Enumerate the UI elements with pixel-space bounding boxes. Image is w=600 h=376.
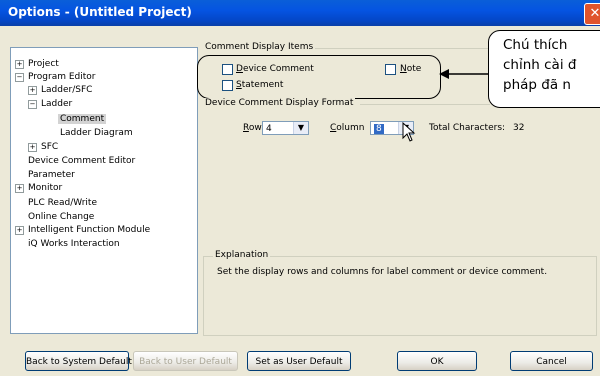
tree-item-sfc[interactable]: + SFC: [28, 142, 58, 153]
tree-item-comment[interactable]: Comment: [58, 114, 107, 125]
tree-item-label: Project: [28, 59, 59, 69]
tree-item-label: Parameter: [28, 170, 75, 180]
cancel-button[interactable]: Cancel: [510, 351, 593, 371]
tree-item-iq-works-interaction[interactable]: iQ Works Interaction: [28, 239, 120, 250]
comment-items-group-label: Comment Display Items: [203, 42, 316, 52]
tree-item-label: Program Editor: [28, 72, 96, 82]
column-label-text: olumn: [336, 123, 365, 133]
chevron-down-icon[interactable]: ▼: [293, 122, 308, 134]
set-as-user-default-button[interactable]: Set as User Default: [247, 351, 351, 371]
tree-item-label: Online Change: [28, 212, 95, 222]
tree-item-parameter[interactable]: Parameter: [28, 170, 75, 181]
tree-item-monitor[interactable]: + Monitor: [15, 183, 62, 194]
callout-annotation: Chú thích chỉnh cài đ pháp đã n: [488, 30, 600, 108]
callout-arrow-icon: [439, 69, 489, 79]
tree-item-label: PLC Read/Write: [28, 198, 97, 208]
expand-icon[interactable]: +: [28, 143, 37, 152]
tree-item-label: Ladder/SFC: [41, 85, 93, 95]
tree-item-online-change[interactable]: Online Change: [28, 212, 94, 223]
mouse-pointer-icon: [402, 122, 416, 142]
format-group-divider: [360, 104, 490, 105]
row-label: Row: [243, 123, 262, 133]
total-characters-value: 32: [513, 123, 525, 133]
tree-item-label: Device Comment Editor: [28, 156, 136, 166]
row-value: 4: [266, 124, 272, 134]
tree-item-ladder-sfc[interactable]: + Ladder/SFC: [28, 85, 92, 96]
row-select[interactable]: 4 ▼: [262, 121, 309, 135]
expand-icon[interactable]: +: [28, 86, 37, 95]
expand-icon[interactable]: +: [15, 60, 24, 69]
tree-item-intelligent-function-module[interactable]: + Intelligent Function Module: [15, 225, 150, 236]
explanation-text: Set the display rows and columns for lab…: [217, 267, 548, 277]
row-label-text: ow: [248, 123, 262, 133]
explanation-label: Explanation: [213, 250, 271, 260]
ok-button[interactable]: OK: [397, 351, 477, 371]
tree-item-program-editor[interactable]: − Program Editor: [15, 72, 95, 83]
back-to-user-default-button[interactable]: Back to User Default: [133, 351, 238, 371]
tree-item-label: iQ Works Interaction: [28, 239, 120, 249]
tree-item-plc-read-write[interactable]: PLC Read/Write: [28, 198, 97, 209]
total-characters-label: Total Characters:: [429, 123, 506, 133]
tree-item-label: Ladder Diagram: [60, 128, 133, 138]
back-to-system-default-button[interactable]: Back to System Default: [25, 351, 132, 371]
tree-item-ladder[interactable]: − Ladder: [28, 99, 72, 110]
close-button[interactable]: ✕: [584, 3, 600, 25]
tree-item-label: Intelligent Function Module: [28, 225, 151, 235]
tree-item-project[interactable]: + Project: [15, 59, 59, 70]
callout-line-1: Chú thích: [503, 37, 568, 53]
title-bar[interactable]: Options - (Untitled Project) ✕: [0, 0, 600, 26]
options-category-tree[interactable]: + Project − Program Editor + Ladder/SFC − La…: [10, 47, 198, 334]
column-label: Column: [330, 123, 364, 133]
collapse-icon[interactable]: −: [28, 100, 37, 109]
tree-item-ladder-diagram[interactable]: Ladder Diagram: [60, 128, 133, 139]
window-title: Options - (Untitled Project): [8, 5, 192, 19]
tree-item-label: Monitor: [28, 183, 63, 193]
highlight-frame: [197, 55, 441, 99]
expand-icon[interactable]: +: [15, 226, 24, 235]
callout-line-3: pháp đã n: [503, 77, 571, 93]
collapse-icon[interactable]: −: [15, 73, 24, 82]
expand-icon[interactable]: +: [15, 184, 24, 193]
callout-line-2: chỉnh cài đ: [503, 57, 577, 73]
column-value: 8: [374, 124, 384, 134]
tree-item-label: Ladder: [41, 99, 73, 109]
tree-item-device-comment-editor[interactable]: Device Comment Editor: [28, 156, 135, 167]
format-group-label: Device Comment Display Format: [203, 98, 356, 108]
close-icon: ✕: [589, 6, 600, 21]
tree-item-label: Comment: [58, 114, 107, 124]
tree-item-label: SFC: [41, 142, 59, 152]
